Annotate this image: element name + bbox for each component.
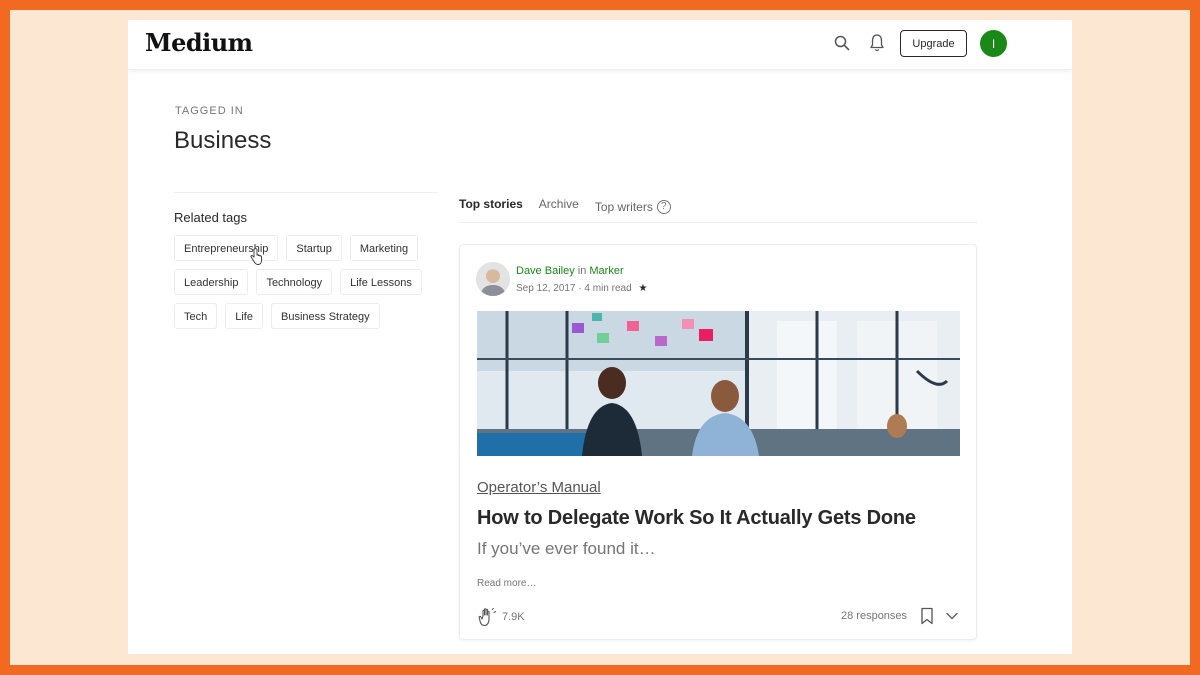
upgrade-button[interactable]: Upgrade <box>900 30 967 57</box>
read-more-link[interactable]: Read more… <box>477 578 536 589</box>
story-hero-image[interactable] <box>477 311 960 456</box>
top-nav: Medium Upgrade I <box>128 20 1072 70</box>
tag-leadership[interactable]: Leadership <box>174 269 249 295</box>
bookmark-icon[interactable] <box>920 607 934 625</box>
meta-separator: · <box>578 283 582 294</box>
tab-top-writers[interactable]: Top writers ? <box>595 197 671 217</box>
medium-logo[interactable]: Medium <box>145 28 253 57</box>
tag-startup[interactable]: Startup <box>286 235 342 261</box>
story-title[interactable]: How to Delegate Work So It Actually Gets… <box>477 507 967 530</box>
story-tabs: Top stories Archive Top writers ? <box>459 197 687 217</box>
author-name[interactable]: Dave Bailey <box>516 265 575 277</box>
tab-archive[interactable]: Archive <box>539 197 579 217</box>
clap-icon[interactable] <box>477 606 499 628</box>
author-line: Dave Bailey in Marker <box>516 265 624 277</box>
help-icon[interactable]: ? <box>656 200 671 214</box>
page-title: Business <box>174 127 272 154</box>
hand-cursor-icon <box>250 248 262 265</box>
responses-link[interactable]: 28 responses <box>841 610 907 622</box>
related-tags-heading: Related tags <box>174 210 247 225</box>
tag-row: Tech Life Business Strategy <box>174 303 444 329</box>
tag-life-lessons[interactable]: Life Lessons <box>340 269 422 295</box>
story-subtitle: If you’ve ever found it… <box>477 539 656 558</box>
read-time: 4 min read <box>584 283 632 294</box>
clap-count: 7.9K <box>502 611 525 623</box>
story-date: Sep 12, 2017 <box>516 283 576 294</box>
tabs-divider <box>459 222 977 223</box>
user-avatar[interactable]: I <box>980 30 1007 57</box>
sidebar-divider <box>174 192 438 193</box>
tag-marketing[interactable]: Marketing <box>349 235 419 261</box>
author-avatar[interactable] <box>476 262 510 296</box>
search-icon[interactable] <box>833 34 851 52</box>
publication-name[interactable]: Marker <box>589 265 623 277</box>
tab-top-writers-label: Top writers <box>594 200 653 214</box>
tag-technology[interactable]: Technology <box>256 269 333 295</box>
story-card: Dave Bailey in Marker Sep 12, 2017 · 4 m… <box>459 244 977 640</box>
tag-tech[interactable]: Tech <box>174 303 218 329</box>
tag-business-strategy[interactable]: Business Strategy <box>271 303 380 329</box>
chevron-down-icon[interactable] <box>945 610 959 622</box>
in-word: in <box>577 265 587 277</box>
tab-top-stories[interactable]: Top stories <box>459 197 523 217</box>
bell-icon[interactable] <box>868 33 886 53</box>
story-section-link[interactable]: Operator’s Manual <box>477 479 601 496</box>
medium-page: Medium Upgrade I TAGGED IN Business Rela… <box>128 20 1072 654</box>
story-meta: Sep 12, 2017 · 4 min read ★ <box>516 283 647 294</box>
tag-row: Leadership Technology Life Lessons <box>174 269 444 295</box>
tagged-in-kicker: TAGGED IN <box>175 105 244 117</box>
tag-life[interactable]: Life <box>225 303 263 329</box>
tag-row: Entrepreneurship Startup Marketing <box>174 235 444 261</box>
member-star-icon: ★ <box>638 283 648 294</box>
related-tags-list: Entrepreneurship Startup Marketing Leade… <box>174 235 444 337</box>
author-photo <box>476 262 510 296</box>
